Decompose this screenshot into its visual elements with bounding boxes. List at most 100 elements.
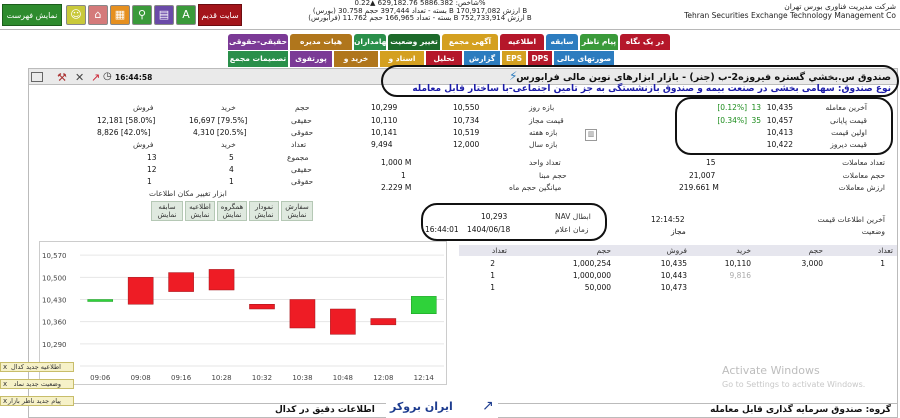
home-icon[interactable]: ⌂ — [88, 5, 108, 25]
toast-text: پیام جدید ناظر بازار — [7, 397, 61, 405]
hl-legal-buy: 4,310 [20.5%] — [193, 128, 247, 137]
range-week-low: 10,141 — [371, 128, 398, 137]
hl-col-buy-2: خرید — [221, 140, 236, 149]
close-icon[interactable]: x — [3, 363, 7, 371]
hl-legal-buy-count: 1 — [229, 177, 234, 186]
range-chart-icon[interactable]: ▥ — [585, 129, 597, 141]
status-value: مجاز — [671, 227, 686, 236]
hl-total-buy: 5 — [229, 153, 234, 162]
candle — [208, 269, 235, 291]
trade-volume-value: 21,007 — [689, 171, 716, 180]
units-value: 1,000 M — [381, 158, 412, 167]
tab-notice[interactable]: اطلاعیه — [500, 34, 544, 50]
ob-cell: 10,443 — [660, 271, 687, 280]
closing-price-pct: [0.34%] — [717, 116, 747, 125]
nav-value: 10,293 — [481, 212, 508, 221]
close-icon[interactable]: x — [3, 380, 7, 388]
y-tick-label: 10,500 — [42, 274, 67, 282]
show-chart-button[interactable]: نمودار نمایش — [249, 201, 279, 221]
show-peers-button[interactable]: همگروه نمایش — [217, 201, 247, 221]
tab-supervisor-msg[interactable]: پیام ناظر — [580, 34, 618, 50]
hl-col-buy: خرید — [221, 103, 236, 112]
show-history-button[interactable]: سابقه نمایش — [151, 201, 183, 221]
toast-supervisor[interactable]: x پیام جدید ناظر بازار — [0, 396, 74, 406]
trade-count-label: تعداد معاملات — [842, 158, 885, 167]
hl-real-sell-count: 12 — [147, 165, 157, 174]
status-label: وضعیت — [861, 227, 885, 236]
nav-highlight — [421, 203, 607, 241]
people-icon[interactable]: ☺ — [66, 5, 86, 25]
ob-cell: 10,473 — [660, 283, 687, 292]
old-site-button[interactable]: سایت قدیم — [198, 4, 242, 26]
order-row: 10,473 50,000 1 — [459, 280, 897, 292]
trade-value-label: ارزش معاملات — [838, 183, 885, 192]
grid-icon[interactable]: ▦ — [110, 5, 130, 25]
range-day-high: 10,550 — [453, 103, 480, 112]
x-tick-label: 09:08 — [131, 374, 151, 382]
tab-board[interactable]: هیات مدیره — [290, 34, 352, 50]
search-icon[interactable]: ⚲ — [132, 5, 152, 25]
y-tick-label: 10,360 — [42, 319, 67, 327]
tab-status-change[interactable]: تغییر وضعیت — [388, 34, 440, 50]
first-price-value: 10,413 — [766, 128, 793, 137]
tools-caption: ابزار تغییر مکان اطلاعات — [149, 189, 227, 198]
chart-icon[interactable]: ▤ — [154, 5, 174, 25]
toast-codal[interactable]: x اطلاعیه جدید کدال — [0, 362, 74, 372]
show-orders-button[interactable]: سفارش نمایش — [281, 201, 313, 221]
y-tick-label: 10,570 — [42, 252, 67, 260]
ob-cell: 10,435 — [660, 259, 687, 268]
tab-overview[interactable]: در یک نگاه — [620, 34, 670, 50]
tab-assembly-notice[interactable]: آگهی مجمع — [442, 34, 498, 50]
font-icon[interactable]: A — [176, 5, 196, 25]
tools-icon[interactable]: ⚒ — [57, 71, 67, 84]
symbol-title: صندوق س.بخشي گستره فيروزه2-ب (جنر) - باز… — [516, 72, 891, 83]
tab-shareholders[interactable]: سهامداران — [354, 34, 394, 50]
market-ticker: شاخص: 5886.382 629,182.76 ▲0.22% (بورس) … — [250, 0, 590, 23]
activate-windows-sub: Go to Settings to activate Windows. — [722, 380, 866, 389]
ob-h-buy-price: خرید — [736, 246, 751, 255]
avg-volume-label: میانگین حجم ماه — [509, 183, 562, 192]
x-tick-label: 12:08 — [373, 374, 393, 382]
y-tick-label: 10,290 — [42, 341, 67, 349]
hl-row-total-label: مجموع — [287, 153, 309, 162]
nav-date-label: زمان اعلام — [555, 225, 589, 234]
tab-buy-sell[interactable]: خرید و فروش — [334, 51, 378, 79]
trade-value-value: 219.661 M — [679, 183, 719, 192]
ob-cell: 3,000 — [801, 259, 823, 268]
codal-label: اطلاعات دقیق در کدال — [275, 405, 375, 415]
tab-bar: حقیقی-حقوقی هیات مدیره سهامداران تغییر و… — [0, 34, 900, 79]
ob-cell: 1,000,254 — [572, 259, 611, 268]
yesterday-price-label: قیمت دیروز — [830, 140, 867, 149]
last-trade-label: آخرین معامله — [825, 103, 867, 112]
tab-portfolio[interactable]: پورتفوی — [290, 51, 332, 67]
show-list-button[interactable]: نمایش فهرست — [2, 4, 62, 26]
range-allowed-label: قیمت مجاز — [529, 116, 564, 125]
top-bar: نمایش فهرست ☺ ⌂ ▦ ⚲ ▤ A سایت قدیم شاخص: … — [0, 0, 900, 30]
ob-cell: 1,000,000 — [572, 271, 611, 280]
ob-cell: 2 — [490, 259, 495, 268]
company-name-fa: شرکت مدیریت فناوری بورس تهران — [784, 2, 896, 11]
window-icon[interactable] — [31, 72, 43, 82]
first-price-label: اولین قیمت — [831, 128, 867, 137]
tab-assembly-decisions[interactable]: تصمیمات مجمع — [228, 51, 288, 67]
show-notices-button[interactable]: اطلاعیه نمایش — [185, 201, 215, 221]
last-info-time: 12:14:52 — [651, 215, 685, 224]
panel-time: 16:44:58 — [115, 73, 153, 82]
trend-chart-icon[interactable]: ↗ — [91, 71, 100, 84]
order-book-header: تعداد حجم خرید فروش حجم تعداد — [459, 245, 897, 256]
close-icon[interactable]: x — [3, 397, 7, 405]
avg-volume-value: 2.229 M — [381, 183, 412, 192]
x-tick-label: 12:14 — [414, 374, 435, 382]
range-week-high: 10,519 — [453, 128, 480, 137]
tab-history[interactable]: سابقه — [546, 34, 578, 50]
broker-logo-icon: ↗ — [482, 398, 494, 414]
last-trade-value: 10,435 — [766, 103, 793, 112]
group-label: گروه: صندوق سرمایه گذاری قابل معامله — [710, 405, 891, 415]
toast-status[interactable]: x وضعیت جدید نماد — [0, 379, 74, 389]
tab-real-legal[interactable]: حقیقی-حقوقی — [228, 34, 288, 50]
range-allowed-low: 10,110 — [371, 116, 398, 125]
candlestick-chart: 10,57010,50010,43010,36010,29010,22009:0… — [39, 241, 447, 385]
close-cross-icon[interactable]: ✕ — [75, 71, 84, 84]
x-tick-label: 10:48 — [333, 374, 353, 382]
candle — [127, 277, 154, 305]
